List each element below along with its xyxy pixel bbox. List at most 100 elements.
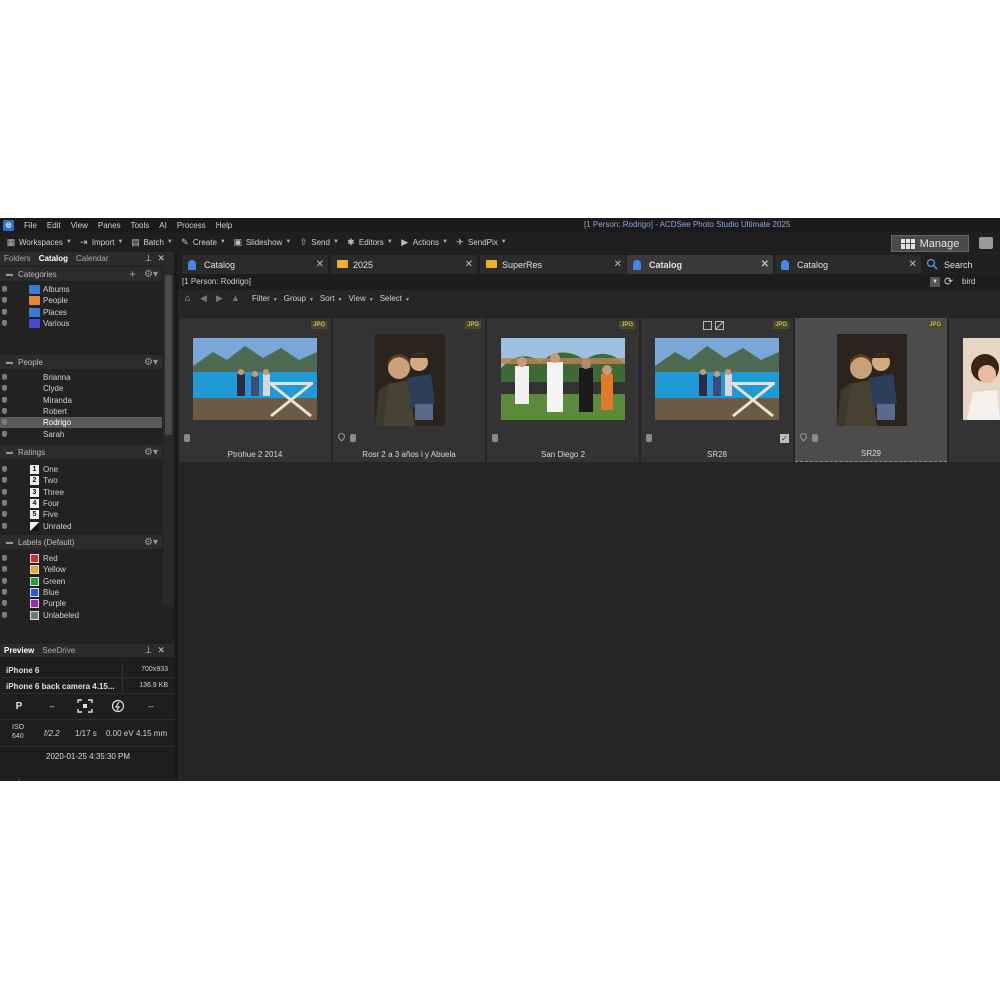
back-icon[interactable]: ◀ [198,293,209,304]
label-green[interactable]: Green [0,576,162,587]
tab-calendar[interactable]: Calendar [72,254,112,263]
tab-catalog-4[interactable]: Catalog ✕ [775,255,921,274]
refresh-icon[interactable]: ⟳ [944,275,953,288]
pin-icon[interactable] [2,488,7,495]
add-icon[interactable]: + [129,267,136,281]
menu-view[interactable]: View [66,221,93,230]
rating-two[interactable]: 2 Two [0,475,162,486]
pin-icon[interactable] [2,466,7,472]
left-panel-scrollbar[interactable] [163,265,174,605]
app-logo-icon[interactable]: ◎ [3,219,14,231]
pin-icon[interactable] [2,319,7,326]
edit-pencil-icon[interactable] [715,321,724,330]
pin-icon[interactable] [2,308,7,315]
label-blue[interactable]: Blue [0,587,162,598]
collapse-caret-icon[interactable]: ▬ [6,359,13,366]
home-icon[interactable]: ⌂ [182,293,193,304]
select-box-icon[interactable] [703,321,712,330]
pin-icon[interactable] [2,407,7,414]
collapse-caret-icon[interactable]: ▬ [6,449,13,456]
person-clyde[interactable]: Clyde [0,383,162,394]
tab-superres-2[interactable]: SuperRes ✕ [480,255,626,274]
close-icon[interactable]: ✕ [614,259,622,270]
label-red[interactable]: Red [0,553,162,564]
path-dropdown-button[interactable]: ▼ [930,277,940,287]
tagged-checkbox-icon[interactable]: ✓ [780,434,789,443]
tab-catalog-3[interactable]: Catalog ✕ [627,255,773,274]
pin-icon[interactable] [2,577,7,584]
sendpix-button[interactable]: ✈ SendPix ▼ [455,237,507,247]
group-menu[interactable]: Group ▼ [284,294,314,303]
pin-icon[interactable] [2,477,7,484]
category-places[interactable]: Places [0,307,162,318]
actions-button[interactable]: ▶ Actions ▼ [400,237,448,247]
pin-icon[interactable] [2,566,7,573]
category-albums[interactable]: Albums [0,284,162,295]
close-icon[interactable]: ✕ [761,259,769,270]
person-miranda[interactable]: Miranda [0,395,162,406]
pin-icon[interactable] [2,611,7,618]
pin-icon[interactable] [2,297,7,304]
pin-icon[interactable] [2,396,7,403]
photos-mode-icon[interactable] [979,237,993,249]
close-icon[interactable]: ✕ [465,259,473,270]
sort-menu[interactable]: Sort ▼ [320,294,343,303]
close-icon[interactable]: ✕ [316,259,324,270]
pin-icon[interactable] [2,588,7,595]
tab-preview[interactable]: Preview [0,646,38,655]
gear-icon[interactable]: ⚙▾ [144,269,158,280]
collapse-caret-icon[interactable]: ▬ [6,271,13,278]
menu-help[interactable]: Help [211,221,237,230]
import-button[interactable]: ⇥ Import ▼ [79,237,123,247]
forward-icon[interactable]: ▶ [214,293,225,304]
thumbnail-4[interactable]: JPG SR29 [795,318,947,462]
person-robert[interactable]: Robert [0,406,162,417]
tab-search[interactable]: Search [922,255,1000,274]
filter-menu[interactable]: Filter ▼ [252,294,278,303]
up-icon[interactable]: ▲ [230,293,241,304]
label-yellow[interactable]: Yellow [0,564,162,575]
categories-header[interactable]: ▬ Categories + ⚙▾ [0,267,162,281]
scroll-thumb[interactable] [165,275,172,435]
pin-icon[interactable] [2,600,7,607]
person-rodrigo[interactable]: Rodrigo [0,417,162,429]
rating-three[interactable]: 3 Three [0,487,162,498]
batch-button[interactable]: ▤ Batch ▼ [130,237,173,247]
manage-mode-button[interactable]: Manage [891,235,969,252]
menu-tools[interactable]: Tools [126,221,155,230]
rating-five[interactable]: 5 Five [0,509,162,520]
pin-icon[interactable] [2,419,7,426]
menu-edit[interactable]: Edit [42,221,66,230]
rating-unrated[interactable]: Unrated [0,521,162,532]
rating-one[interactable]: 1 One [0,464,162,475]
create-button[interactable]: ✎ Create ▼ [180,237,226,247]
ratings-header[interactable]: ▬ Ratings ⚙▾ [0,445,162,459]
labels-header[interactable]: ▬ Labels (Default) ⚙▾ [0,535,162,549]
label-unlabeled[interactable]: Unlabeled [0,610,162,621]
gear-icon[interactable]: ⚙▾ [144,357,158,368]
gear-icon[interactable]: ⚙▾ [144,447,158,458]
tab-folders[interactable]: Folders [0,254,35,263]
menu-panes[interactable]: Panes [93,221,126,230]
thumbnail-partial[interactable] [949,318,1000,462]
thumbnail-1[interactable]: JPG Rosr 2 a 3 años i y Abuela [333,318,485,462]
person-sarah[interactable]: Sarah [0,429,162,440]
rating-four[interactable]: 4 Four [0,498,162,509]
close-icon[interactable]: ✕ [909,259,917,270]
select-menu[interactable]: Select ▼ [380,294,410,303]
pane-pin-close-icons[interactable]: ⊥✕ [145,645,170,656]
workspaces-button[interactable]: ▦ Workspaces ▼ [6,237,72,247]
pane-pin-close-icons[interactable]: ⊥✕ [145,253,170,264]
gear-icon[interactable]: ⚙▾ [144,537,158,548]
slideshow-button[interactable]: ▣ Slideshow ▼ [233,237,292,247]
thumbnail-2[interactable]: JPG San Diego 2 [487,318,639,462]
category-various[interactable]: Various [0,318,162,329]
quick-search-input[interactable]: bird [958,276,1000,288]
collapse-caret-icon[interactable]: ▬ [6,539,13,546]
view-menu[interactable]: View ▼ [349,294,374,303]
tab-seedrive[interactable]: SeeDrive [38,646,79,655]
pin-icon[interactable] [2,430,7,437]
tab-catalog[interactable]: Catalog [35,254,72,263]
person-brianna[interactable]: Brianna [0,372,162,383]
send-button[interactable]: ⇧ Send ▼ [298,237,338,247]
